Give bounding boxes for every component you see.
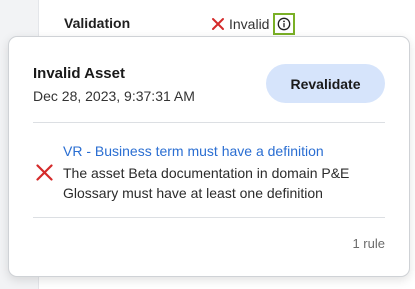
divider (33, 217, 385, 218)
revalidate-button[interactable]: Revalidate (266, 64, 385, 103)
rule-name-link[interactable]: VR - Business term must have a definitio… (63, 143, 324, 159)
rule-count: 1 rule (352, 236, 385, 251)
info-button[interactable] (273, 13, 296, 35)
rule-item: VR - Business term must have a definitio… (33, 141, 385, 203)
validation-status-text: Invalid (229, 16, 270, 32)
validation-row: Validation Invalid (64, 12, 404, 36)
info-icon (278, 17, 291, 31)
validation-status: Invalid (211, 12, 296, 36)
x-icon (212, 18, 224, 30)
x-icon (36, 164, 53, 181)
validation-label: Validation (64, 15, 131, 31)
rule-description: The asset Beta documentation in domain P… (63, 165, 350, 201)
validation-popover: Invalid Asset Dec 28, 2023, 9:37:31 AM R… (8, 36, 410, 277)
divider (33, 122, 385, 123)
validation-timestamp: Dec 28, 2023, 9:37:31 AM (33, 88, 195, 104)
popover-title: Invalid Asset (33, 65, 125, 82)
